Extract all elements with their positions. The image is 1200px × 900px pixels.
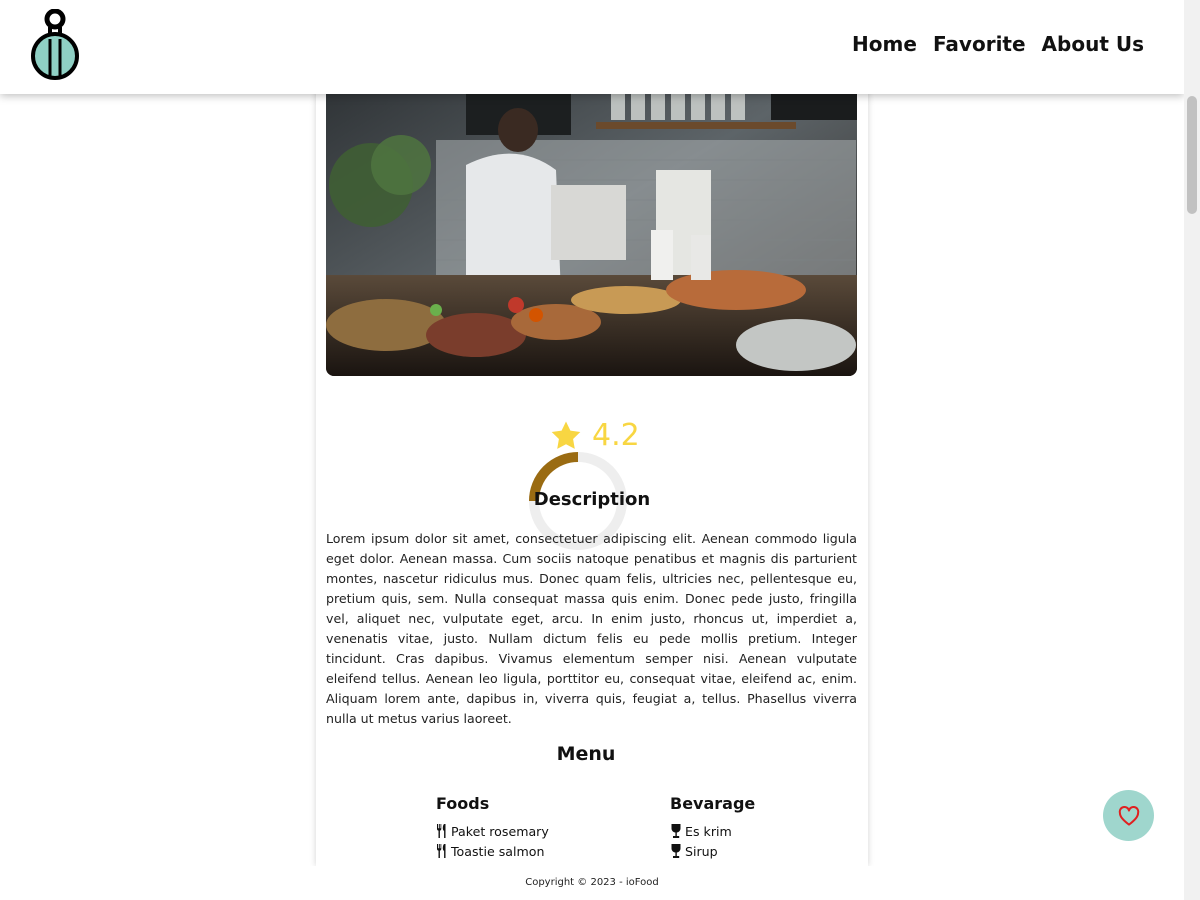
menu-heading: Menu xyxy=(556,743,616,765)
copyright-text: Copyright © 2023 - ioFood xyxy=(525,877,659,888)
site-header: Home Favorite About Us xyxy=(0,0,1184,94)
nav-favorite[interactable]: Favorite xyxy=(933,32,1026,56)
description-text: Lorem ipsum dolor sit amet, consectetuer… xyxy=(326,531,857,726)
fork-knife-icon xyxy=(437,824,446,838)
list-item: Paket rosemary xyxy=(436,821,549,841)
description-heading: Description xyxy=(533,489,651,510)
rating-value: 4.2 xyxy=(592,418,640,453)
beverage-item-label: Es krim xyxy=(685,823,732,839)
list-item: Es krim xyxy=(670,821,755,841)
heart-icon xyxy=(1118,805,1139,826)
rating: 4.2 xyxy=(548,418,640,453)
list-item: Toastie salmon xyxy=(436,841,549,861)
page-scrollbar[interactable] xyxy=(1184,0,1200,900)
beverage-item-label: Sirup xyxy=(685,843,718,859)
fork-knife-icon xyxy=(437,844,446,858)
scrollbar-thumb[interactable] xyxy=(1187,96,1197,214)
star-icon xyxy=(551,421,581,449)
foods-heading: Foods xyxy=(436,794,490,813)
restaurant-detail-card: 4.2 Description Lorem ipsum dolor sit am… xyxy=(316,0,868,866)
food-item-label: Paket rosemary xyxy=(451,823,549,839)
food-item-label: Toastie salmon xyxy=(451,843,545,859)
add-favorite-button[interactable] xyxy=(1103,790,1154,841)
nav-home[interactable]: Home xyxy=(852,32,917,56)
site-footer: Copyright © 2023 - ioFood xyxy=(0,866,1184,900)
menu-foods: Foods Paket rosemary Toastie salmon xyxy=(436,794,549,861)
wine-glass-icon xyxy=(671,824,681,838)
list-item: Sirup xyxy=(670,841,755,861)
menu-beverage: Bevarage Es krim Sirup xyxy=(670,794,755,861)
beverage-heading: Bevarage xyxy=(670,794,756,813)
nav-about-us[interactable]: About Us xyxy=(1042,32,1144,56)
wine-glass-icon xyxy=(671,844,681,858)
restaurant-hero-image xyxy=(326,60,857,376)
bottle-logo-icon[interactable] xyxy=(30,8,82,81)
main-nav: Home Favorite About Us xyxy=(852,32,1144,56)
